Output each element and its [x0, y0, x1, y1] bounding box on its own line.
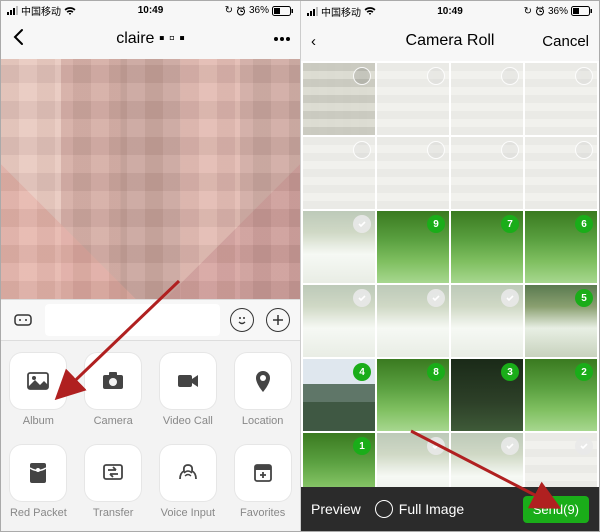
- attachment-label: Favorites: [240, 507, 285, 519]
- selection-order-badge: 4: [353, 363, 371, 381]
- photo-thumbnail[interactable]: 4: [303, 359, 375, 431]
- selection-order-badge: 9: [427, 215, 445, 233]
- clock-label: 10:49: [1, 5, 300, 16]
- clock-label: 10:49: [301, 6, 599, 17]
- radio-unchecked-icon: [375, 500, 393, 518]
- status-bar: 中国移动 10:49 ↻ 36%: [1, 1, 300, 20]
- selection-check-icon: [501, 437, 519, 455]
- selection-check-icon: [501, 289, 519, 307]
- selection-check-icon: [427, 437, 445, 455]
- cancel-button[interactable]: Cancel: [542, 33, 589, 50]
- photo-thumbnail[interactable]: 3: [451, 359, 523, 431]
- back-button[interactable]: [11, 28, 25, 51]
- attachment-album[interactable]: Album: [1, 353, 76, 427]
- input-bar: [1, 299, 300, 341]
- emoji-button[interactable]: [228, 306, 256, 334]
- selection-empty-icon: [501, 67, 519, 85]
- attachment-camera[interactable]: Camera: [76, 353, 151, 427]
- photo-thumbnail[interactable]: [451, 285, 523, 357]
- plus-icon: [266, 308, 290, 332]
- attachment-location[interactable]: Location: [225, 353, 300, 427]
- chat-title: claire ▪ ▫ ▪: [1, 30, 300, 48]
- photo-thumbnail[interactable]: 6: [525, 211, 597, 283]
- photo-grid: 9 7 6 5 4 8 3 2 1: [301, 61, 599, 487]
- attachment-favorites[interactable]: Favorites: [225, 445, 300, 519]
- send-button[interactable]: Send(9): [523, 496, 589, 523]
- picker-header: ‹ Camera Roll Cancel: [301, 21, 599, 61]
- selection-order-badge: 7: [501, 215, 519, 233]
- photo-thumbnail[interactable]: 2: [525, 359, 597, 431]
- favorites-icon: [235, 445, 291, 501]
- photo-thumbnail[interactable]: [303, 285, 375, 357]
- attachment-label: Camera: [94, 415, 133, 427]
- transfer-icon: [85, 445, 141, 501]
- photo-thumbnail[interactable]: 1: [303, 433, 375, 487]
- attachment-videocall[interactable]: Video Call: [151, 353, 226, 427]
- attachment-redpacket[interactable]: Red Packet: [1, 445, 76, 519]
- selection-empty-icon: [353, 141, 371, 159]
- smiley-icon: [230, 308, 254, 332]
- photo-thumbnail[interactable]: [377, 63, 449, 135]
- picker-bottom-bar: Preview Full Image Send(9): [301, 487, 599, 531]
- camera-icon: [85, 353, 141, 409]
- selection-empty-icon: [427, 141, 445, 159]
- photo-thumbnail[interactable]: 8: [377, 359, 449, 431]
- selection-order-badge: 1: [353, 437, 371, 455]
- full-image-label: Full Image: [399, 501, 464, 517]
- photo-thumbnail[interactable]: [525, 137, 597, 209]
- album-icon: [10, 353, 66, 409]
- selection-check-icon: [427, 289, 445, 307]
- photo-thumbnail[interactable]: [377, 433, 449, 487]
- photo-thumbnail[interactable]: 9: [377, 211, 449, 283]
- more-button[interactable]: [274, 37, 290, 41]
- attachments-toggle-button[interactable]: [264, 306, 292, 334]
- selection-order-badge: 3: [501, 363, 519, 381]
- back-to-albums-button[interactable]: ‹: [311, 33, 316, 50]
- attachment-voiceinput[interactable]: Voice Input: [151, 445, 226, 519]
- selection-empty-icon: [501, 141, 519, 159]
- selection-empty-icon: [575, 67, 593, 85]
- attachment-label: Voice Input: [161, 507, 215, 519]
- selection-empty-icon: [427, 67, 445, 85]
- location-icon: [235, 353, 291, 409]
- redpacket-icon: [10, 445, 66, 501]
- selection-empty-icon: [353, 67, 371, 85]
- full-image-toggle[interactable]: Full Image: [375, 500, 464, 518]
- attachment-label: Album: [23, 415, 54, 427]
- status-bar: 中国移动 10:49 ↻ 36%: [301, 1, 599, 21]
- photo-thumbnail[interactable]: 5: [525, 285, 597, 357]
- photo-thumbnail[interactable]: [303, 211, 375, 283]
- selection-order-badge: 5: [575, 289, 593, 307]
- selection-order-badge: 6: [575, 215, 593, 233]
- voiceinput-icon: [160, 445, 216, 501]
- chat-message-image[interactable]: [1, 59, 300, 299]
- videocall-icon: [160, 353, 216, 409]
- attachment-label: Video Call: [163, 415, 213, 427]
- message-input[interactable]: [45, 304, 220, 336]
- photo-thumbnail[interactable]: [377, 285, 449, 357]
- preview-button[interactable]: Preview: [311, 501, 361, 517]
- chat-header: claire ▪ ▫ ▪: [1, 20, 300, 58]
- attachment-panel: Album Camera Video Call Location Red Packet T…: [1, 341, 300, 531]
- attachment-label: Red Packet: [10, 507, 67, 519]
- attachment-label: Location: [242, 415, 284, 427]
- photo-thumbnail[interactable]: [451, 63, 523, 135]
- photo-thumbnail[interactable]: [451, 137, 523, 209]
- selection-check-icon: [353, 215, 371, 233]
- attachment-transfer[interactable]: Transfer: [76, 445, 151, 519]
- photo-thumbnail[interactable]: [525, 433, 597, 487]
- selection-check-icon: [353, 289, 371, 307]
- selection-order-badge: 2: [575, 363, 593, 381]
- photo-thumbnail[interactable]: [451, 433, 523, 487]
- photo-thumbnail[interactable]: [303, 137, 375, 209]
- photo-thumbnail[interactable]: [525, 63, 597, 135]
- photo-thumbnail[interactable]: 7: [451, 211, 523, 283]
- selection-empty-icon: [575, 141, 593, 159]
- photo-thumbnail[interactable]: [377, 137, 449, 209]
- voice-toggle-button[interactable]: [9, 306, 37, 334]
- attachment-label: Transfer: [93, 507, 134, 519]
- photo-thumbnail[interactable]: [303, 63, 375, 135]
- selection-order-badge: 8: [427, 363, 445, 381]
- selection-check-icon: [575, 437, 593, 455]
